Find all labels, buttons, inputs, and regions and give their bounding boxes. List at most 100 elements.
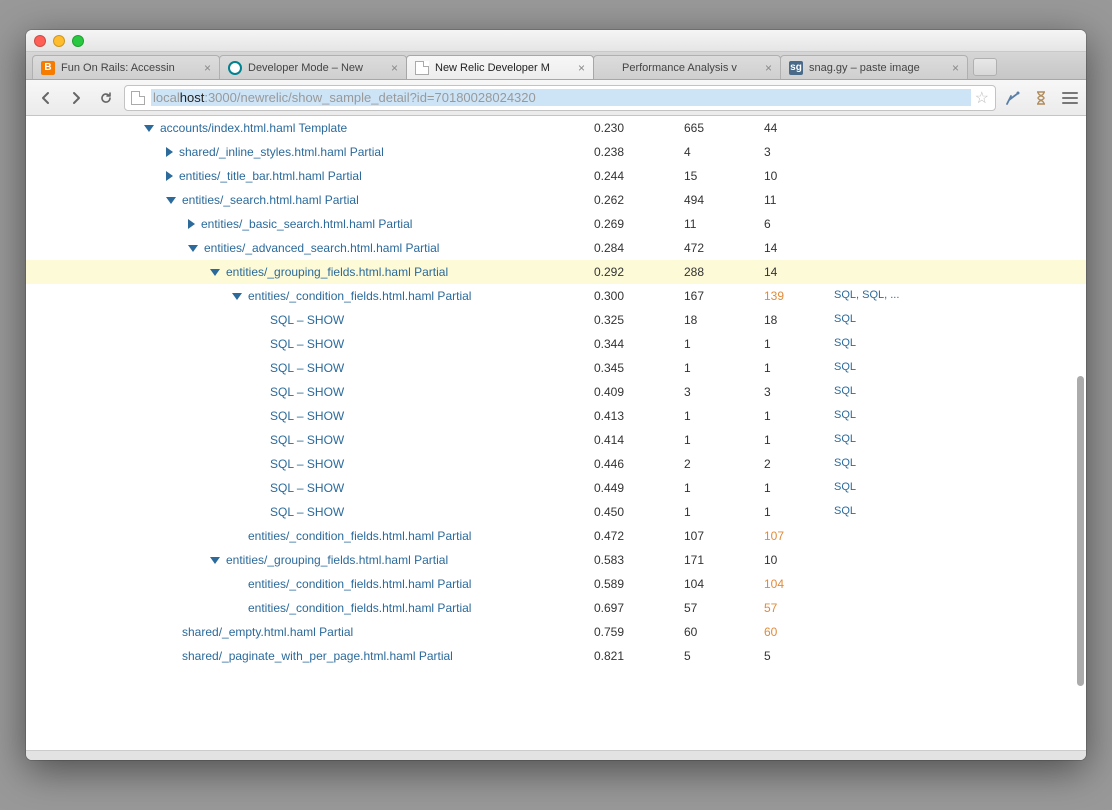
forward-button[interactable] (64, 87, 88, 109)
trace-name-link[interactable]: entities/_basic_search.html.haml Partial (201, 217, 412, 231)
newrelic-favicon-icon (228, 61, 242, 75)
trace-row: entities/_basic_search.html.haml Partial… (26, 212, 1086, 236)
sql-detail-link[interactable]: SQL, SQL, ... (834, 289, 899, 301)
sql-detail-link[interactable]: SQL (834, 409, 856, 421)
tab-title: Fun On Rails: Accessin (61, 62, 198, 74)
browser-tab[interactable]: New Relic Developer M× (406, 55, 594, 79)
window-maximize-button[interactable] (72, 35, 84, 47)
link-cell: SQL (826, 356, 1086, 380)
trace-name-link[interactable]: SQL – SHOW (270, 457, 344, 471)
timestamp-cell: 0.414 (586, 428, 676, 452)
browser-tab[interactable]: Performance Analysis v × (593, 55, 781, 79)
collapse-toggle-icon[interactable] (232, 293, 242, 300)
tab-close-icon[interactable]: × (391, 61, 398, 75)
exclusive-cell: 1 (756, 404, 826, 428)
bookmark-star-icon[interactable]: ☆ (975, 88, 989, 108)
scrollbar-thumb[interactable] (1077, 376, 1084, 686)
expand-toggle-icon[interactable] (166, 147, 173, 157)
trace-name-link[interactable]: accounts/index.html.haml Template (160, 121, 347, 135)
trace-name-link[interactable]: SQL – SHOW (270, 337, 344, 351)
timestamp-cell: 0.450 (586, 500, 676, 524)
trace-name-link[interactable]: entities/_condition_fields.html.haml Par… (248, 601, 471, 615)
trace-name-link[interactable]: entities/_condition_fields.html.haml Par… (248, 289, 471, 303)
trace-name-link[interactable]: SQL – SHOW (270, 313, 344, 327)
trace-row: entities/_condition_fields.html.haml Par… (26, 524, 1086, 548)
exclusive-cell: 6 (756, 212, 826, 236)
tab-close-icon[interactable]: × (765, 61, 772, 75)
trace-row: entities/_grouping_fields.html.haml Part… (26, 548, 1086, 572)
expand-toggle-icon[interactable] (188, 219, 195, 229)
trace-name-link[interactable]: entities/_grouping_fields.html.haml Part… (226, 553, 448, 567)
bottom-scrollbar[interactable] (26, 750, 1086, 760)
trace-row: SQL – SHOW0.45011SQL (26, 500, 1086, 524)
browser-tab[interactable]: sgsnag.gy – paste image× (780, 55, 968, 79)
trace-name-link[interactable]: shared/_inline_styles.html.haml Partial (179, 145, 384, 159)
reload-button[interactable] (94, 87, 118, 109)
trace-name-link[interactable]: shared/_empty.html.haml Partial (182, 625, 353, 639)
timestamp-cell: 0.589 (586, 572, 676, 596)
sql-detail-link[interactable]: SQL (834, 337, 856, 349)
extension-picker-icon[interactable] (1002, 87, 1024, 109)
url-bar[interactable]: localhost:3000/newrelic/show_sample_deta… (124, 85, 996, 111)
timestamp-cell: 0.284 (586, 236, 676, 260)
collapse-toggle-icon[interactable] (210, 269, 220, 276)
trace-name-link[interactable]: entities/_condition_fields.html.haml Par… (248, 577, 471, 591)
new-tab-button[interactable] (973, 58, 997, 76)
link-cell: SQL (826, 452, 1086, 476)
tab-close-icon[interactable]: × (578, 61, 585, 75)
sql-detail-link[interactable]: SQL (834, 361, 856, 373)
link-cell (826, 188, 1086, 212)
tab-title: Performance Analysis v (622, 62, 759, 74)
collapse-toggle-icon[interactable] (188, 245, 198, 252)
link-cell (826, 140, 1086, 164)
trace-name-link[interactable]: SQL – SHOW (270, 361, 344, 375)
trace-name-link[interactable]: SQL – SHOW (270, 505, 344, 519)
trace-name-link[interactable]: entities/_grouping_fields.html.haml Part… (226, 265, 448, 279)
back-button[interactable] (34, 87, 58, 109)
trace-name-link[interactable]: SQL – SHOW (270, 409, 344, 423)
trace-row: SQL – SHOW0.34511SQL (26, 356, 1086, 380)
sql-detail-link[interactable]: SQL (834, 481, 856, 493)
sql-detail-link[interactable]: SQL (834, 457, 856, 469)
duration-cell: 1 (676, 404, 756, 428)
trace-name-link[interactable]: SQL – SHOW (270, 385, 344, 399)
link-cell (826, 164, 1086, 188)
tab-close-icon[interactable]: × (952, 61, 959, 75)
sql-detail-link[interactable]: SQL (834, 385, 856, 397)
trace-row: entities/_search.html.haml Partial0.2624… (26, 188, 1086, 212)
expand-toggle-icon[interactable] (166, 171, 173, 181)
trace-row: SQL – SHOW0.40933SQL (26, 380, 1086, 404)
trace-name-link[interactable]: shared/_paginate_with_per_page.html.haml… (182, 649, 453, 663)
no-toggle-spacer (232, 531, 242, 541)
exclusive-cell: 10 (756, 548, 826, 572)
menu-button[interactable] (1062, 92, 1078, 104)
exclusive-cell: 10 (756, 164, 826, 188)
trace-name-link[interactable]: SQL – SHOW (270, 481, 344, 495)
sql-detail-link[interactable]: SQL (834, 505, 856, 517)
tab-close-icon[interactable]: × (204, 61, 211, 75)
timestamp-cell: 0.759 (586, 620, 676, 644)
trace-name-link[interactable]: entities/_search.html.haml Partial (182, 193, 359, 207)
exclusive-cell: 3 (756, 140, 826, 164)
browser-tab[interactable]: Developer Mode – New× (219, 55, 407, 79)
sql-detail-link[interactable]: SQL (834, 433, 856, 445)
collapse-toggle-icon[interactable] (144, 125, 154, 132)
collapse-toggle-icon[interactable] (166, 197, 176, 204)
timestamp-cell: 0.344 (586, 332, 676, 356)
trace-name-link[interactable]: entities/_title_bar.html.haml Partial (179, 169, 362, 183)
no-toggle-spacer (254, 339, 264, 349)
browser-tab[interactable]: BFun On Rails: Accessin× (32, 55, 220, 79)
window-close-button[interactable] (34, 35, 46, 47)
duration-cell: 1 (676, 500, 756, 524)
trace-name-link[interactable]: SQL – SHOW (270, 433, 344, 447)
trace-row: SQL – SHOW0.44911SQL (26, 476, 1086, 500)
timestamp-cell: 0.244 (586, 164, 676, 188)
sql-detail-link[interactable]: SQL (834, 313, 856, 325)
window-minimize-button[interactable] (53, 35, 65, 47)
trace-name-link[interactable]: entities/_advanced_search.html.haml Part… (204, 241, 439, 255)
extension-hourglass-icon[interactable] (1030, 87, 1052, 109)
link-cell: SQL (826, 500, 1086, 524)
trace-row: entities/_title_bar.html.haml Partial 0.2… (26, 164, 1086, 188)
collapse-toggle-icon[interactable] (210, 557, 220, 564)
trace-name-link[interactable]: entities/_condition_fields.html.haml Par… (248, 529, 471, 543)
